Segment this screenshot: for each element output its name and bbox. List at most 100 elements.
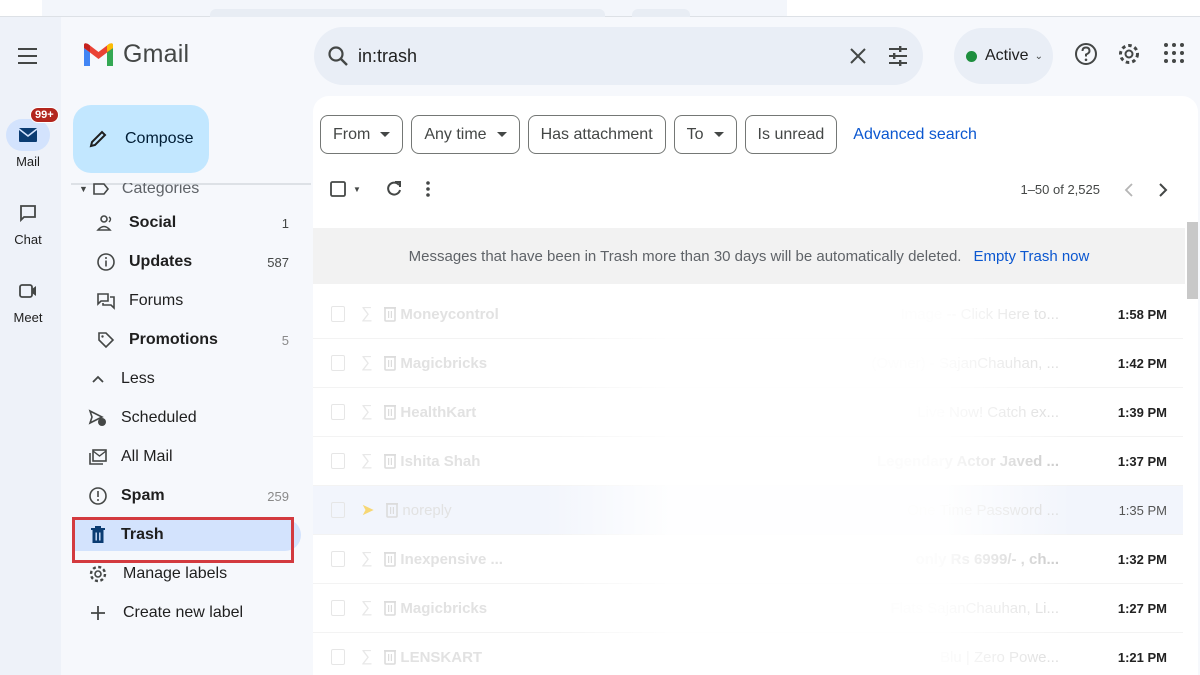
email-snippet: Legendary Actor Javed ... — [876, 452, 1059, 470]
checkbox-icon — [330, 181, 346, 197]
status-selector[interactable]: Active ⌄ — [954, 28, 1053, 84]
gmail-m-icon — [84, 42, 113, 66]
rail-item-meet[interactable]: Meet — [0, 275, 56, 325]
row-checkbox[interactable] — [331, 404, 345, 420]
email-row[interactable]: ∑ Magicbricks Flats SajanChauhan, Li... 1:2… — [313, 584, 1183, 633]
tag-icon — [98, 332, 115, 349]
nav-item-less[interactable]: Less — [73, 363, 301, 395]
email-row[interactable]: ∑ Moneycontrol Image -- Click Here to... 1:… — [313, 290, 1183, 339]
email-row[interactable]: ➤ noreply One Time Password ... 1:35 PM — [313, 486, 1183, 535]
info-icon — [97, 253, 115, 271]
email-row[interactable]: ∑ Magicbricks (Owner) - SajanChauhan, ... 1… — [313, 339, 1183, 388]
email-snippet: (Owner) - SajanChauhan, ... — [871, 354, 1059, 372]
rail-item-chat[interactable]: Chat — [0, 197, 56, 247]
filter-chip-has-attachment[interactable]: Has attachment — [527, 115, 666, 154]
trash-icon — [384, 454, 397, 469]
gmail-logo[interactable]: Gmail — [82, 40, 189, 69]
importance-marker-icon[interactable]: ∑ — [361, 452, 372, 470]
filter-chip-from[interactable]: From — [320, 115, 404, 154]
importance-marker-icon[interactable]: ∑ — [361, 648, 372, 666]
email-snippet: Image -- Click Here to... — [900, 305, 1059, 323]
trash-notice-banner: Messages that have been in Trash more th… — [313, 228, 1185, 284]
dropdown-arrow-icon — [380, 132, 391, 137]
nav-item-all-mail[interactable]: All Mail — [73, 441, 301, 473]
nav-item-updates[interactable]: Updates 587 — [73, 246, 301, 278]
filter-chip-any-time[interactable]: Any time — [411, 115, 520, 154]
folder-navigation: ▼ Categories Social 1 Updates 587 Forums… — [61, 183, 311, 675]
row-checkbox[interactable] — [331, 649, 345, 665]
row-checkbox[interactable] — [331, 600, 345, 616]
refresh-button[interactable] — [385, 180, 403, 198]
importance-marker-icon[interactable]: ∑ — [361, 354, 372, 372]
email-time: 1:35 PM — [1118, 502, 1167, 518]
email-sender: HealthKart — [400, 403, 477, 421]
filter-chip-is-unread[interactable]: Is unread — [744, 115, 838, 154]
nav-item-create-label[interactable]: Create new label — [73, 597, 301, 629]
email-row[interactable]: ∑ HealthKart Live Now! Catch ex... 1:39 PM — [313, 388, 1183, 437]
caret-down-icon: ▼ — [353, 184, 361, 194]
email-row[interactable]: ∑ Ishita Shah Legendary Actor Javed ... 1:3… — [313, 437, 1183, 486]
pencil-icon — [89, 130, 107, 148]
unread-count: 587 — [267, 254, 289, 270]
settings-gear-icon[interactable] — [1117, 42, 1141, 66]
browser-tab-strip — [0, 0, 1200, 17]
main-menu-button[interactable] — [12, 42, 44, 70]
importance-marker-icon[interactable]: ∑ — [361, 550, 372, 568]
clear-search-icon[interactable] — [849, 47, 867, 65]
search-icon[interactable] — [326, 44, 350, 68]
video-icon — [19, 284, 36, 298]
search-bar — [314, 27, 923, 85]
apps-grid-icon[interactable] — [1163, 42, 1185, 64]
search-options-icon[interactable] — [887, 45, 909, 67]
nav-item-spam[interactable]: Spam 259 — [73, 480, 301, 512]
row-checkbox[interactable] — [331, 502, 345, 518]
trash-icon — [384, 356, 397, 371]
nav-item-social[interactable]: Social 1 — [73, 207, 301, 239]
email-snippet: only Rs 6999/- , ch... — [915, 550, 1059, 568]
empty-trash-link[interactable]: Empty Trash now — [973, 248, 1089, 265]
email-list: ∑ Moneycontrol Image -- Click Here to... 1:… — [313, 290, 1183, 675]
unread-count: 1 — [281, 215, 289, 231]
dropdown-arrow-icon — [496, 132, 507, 137]
rail-label: Chat — [14, 232, 42, 247]
select-all-checkbox[interactable]: ▼ — [329, 180, 361, 198]
compose-button[interactable]: Compose — [73, 105, 209, 173]
row-checkbox[interactable] — [331, 306, 345, 322]
importance-marker-icon[interactable]: ∑ — [361, 403, 372, 421]
prev-page-icon[interactable] — [1124, 182, 1134, 197]
email-sender: LENSKART — [400, 648, 483, 666]
nav-item-categories[interactable]: ▼ Categories — [73, 183, 301, 205]
app-rail: 99+ Mail Chat Meet — [0, 17, 61, 675]
trash-icon — [384, 601, 397, 616]
importance-marker-icon[interactable]: ∑ — [361, 599, 372, 617]
trash-icon — [384, 650, 397, 665]
more-options-button[interactable] — [425, 180, 431, 198]
chevron-down-icon: ⌄ — [1034, 50, 1043, 62]
importance-marker-icon[interactable]: ➤ — [361, 500, 374, 520]
browser-tab[interactable] — [632, 9, 690, 17]
next-page-icon[interactable] — [1158, 182, 1168, 197]
scrollbar-thumb[interactable] — [1187, 222, 1198, 299]
importance-marker-icon[interactable]: ∑ — [361, 305, 372, 323]
caret-down-icon: ▼ — [79, 184, 88, 194]
nav-item-forums[interactable]: Forums — [73, 285, 301, 317]
row-checkbox[interactable] — [331, 355, 345, 371]
unread-badge: 99+ — [30, 107, 59, 123]
email-snippet: Flats SajanChauhan, Li... — [890, 599, 1059, 617]
nav-item-promotions[interactable]: Promotions 5 — [73, 324, 301, 356]
rail-item-mail[interactable]: 99+ Mail — [0, 107, 59, 169]
unread-count: 259 — [267, 488, 289, 504]
filter-chip-to[interactable]: To — [673, 115, 737, 154]
help-icon[interactable] — [1074, 42, 1098, 66]
email-row[interactable]: ∑ LENSKART Blu | Zero Powe... 1:21 PM — [313, 633, 1183, 675]
search-input[interactable] — [358, 45, 798, 67]
advanced-search-link[interactable]: Advanced search — [853, 126, 977, 144]
row-checkbox[interactable] — [331, 453, 345, 469]
email-sender: Ishita Shah — [400, 452, 481, 470]
nav-item-scheduled[interactable]: Scheduled — [73, 402, 301, 434]
email-row[interactable]: ∑ Inexpensive ... only Rs 6999/- , ch... 1:… — [313, 535, 1183, 584]
email-snippet: Live Now! Catch ex... — [917, 403, 1059, 421]
row-checkbox[interactable] — [331, 551, 345, 567]
browser-tab[interactable] — [210, 9, 605, 17]
status-dot-icon — [966, 50, 977, 62]
